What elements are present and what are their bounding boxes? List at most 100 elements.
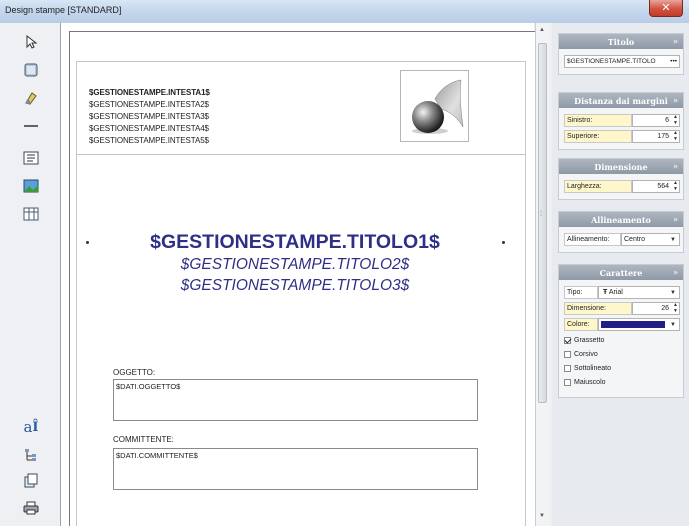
superiore-label: Superiore: <box>564 130 632 143</box>
picture-icon[interactable] <box>20 175 42 197</box>
sinistro-value: 6 <box>665 117 669 124</box>
header-line-5[interactable]: $GESTIONESTAMPE.INTESTA5$ <box>89 136 209 145</box>
larghezza-row: Larghezza: 564 ▲ ▼ <box>564 180 680 193</box>
chevron-down-icon[interactable]: ▼ <box>670 235 676 246</box>
section-margini-header[interactable]: Distanza dai margini » <box>559 93 683 108</box>
dimensione-font-input[interactable]: 26 ▲ ▼ <box>632 302 680 315</box>
title-2[interactable]: $GESTIONESTAMPE.TITOLO2$ <box>120 256 470 274</box>
dimensione-font-row: Dimensione: 26 ▲ ▼ <box>564 302 680 315</box>
spinner-icon[interactable]: ▲ ▼ <box>673 180 678 192</box>
committente-value: $DATI.COMMITTENTE$ <box>116 451 198 460</box>
design-canvas[interactable]: $GESTIONESTAMPE.INTESTA1$ $GESTIONESTAMP… <box>60 23 543 526</box>
window-title: Design stampe [STANDARD] <box>5 5 122 15</box>
toolbox: aÎ <box>0 23 60 526</box>
header-line-2[interactable]: $GESTIONESTAMPE.INTESTA2$ <box>89 100 209 109</box>
browse-icon[interactable]: ••• <box>669 56 677 67</box>
allineamento-value: Centro <box>624 236 646 243</box>
line-icon[interactable] <box>20 115 42 137</box>
spinner-icon[interactable]: ▲ ▼ <box>673 302 678 314</box>
collapse-icon[interactable]: » <box>673 36 678 46</box>
selection-handle-right[interactable] <box>502 241 505 244</box>
superiore-input[interactable]: 175 ▲ ▼ <box>632 130 680 143</box>
tree-icon[interactable] <box>20 444 42 466</box>
sinistro-row: Sinistro: 6 ▲ ▼ <box>564 114 680 127</box>
grassetto-checkbox[interactable]: Grassetto <box>564 337 604 344</box>
grassetto-label: Grassetto <box>574 337 605 344</box>
checkbox-checked-icon[interactable] <box>564 337 571 344</box>
pointer-icon[interactable] <box>20 31 42 53</box>
spinner-icon[interactable]: ▲ ▼ <box>673 130 678 142</box>
spinner-icon[interactable]: ▲ ▼ <box>673 114 678 126</box>
sinistro-input[interactable]: 6 ▲ ▼ <box>632 114 680 127</box>
checkbox-icon[interactable] <box>564 365 571 372</box>
print-icon[interactable] <box>20 497 42 519</box>
chevron-down-icon[interactable]: ▼ <box>670 320 676 331</box>
titolo-value: $GESTIONESTAMPE.TITOLO <box>567 58 656 65</box>
section-dimensione: Dimensione » Larghezza: 564 ▲ ▼ <box>558 158 684 200</box>
rectangle-icon[interactable] <box>20 59 42 81</box>
properties-panel: Titolo » $GESTIONESTAMPE.TITOLO ••• Dist… <box>552 23 689 526</box>
maiuscolo-label: Maiuscolo <box>574 379 606 386</box>
checkbox-icon[interactable] <box>564 351 571 358</box>
committente-field[interactable]: $DATI.COMMITTENTE$ <box>113 448 478 490</box>
scroll-up-icon[interactable]: ▲ <box>539 27 545 33</box>
corsivo-checkbox[interactable]: Corsivo <box>564 351 598 358</box>
allineamento-label: Allineamento: <box>564 233 621 246</box>
checkbox-icon[interactable] <box>564 379 571 386</box>
collapse-icon[interactable]: » <box>673 95 678 105</box>
section-titolo: Titolo » $GESTIONESTAMPE.TITOLO ••• <box>558 33 684 75</box>
corsivo-label: Corsivo <box>574 351 598 358</box>
sinistro-label: Sinistro: <box>564 114 632 127</box>
text-field-icon[interactable] <box>20 147 42 169</box>
logo-image[interactable] <box>400 70 469 142</box>
header-line-1[interactable]: $GESTIONESTAMPE.INTESTA1$ <box>89 88 210 97</box>
colore-label: Colore: <box>564 318 598 331</box>
design-stampe-window: Design stampe [STANDARD] ✕ aÎ $GESTIONES… <box>0 0 689 526</box>
section-carattere: Carattere » Tipo: Ŧ Arial ▼ Dimensione: … <box>558 264 684 398</box>
allineamento-row: Allineamento: Centro ▼ <box>564 233 680 246</box>
dimensione-font-value: 26 <box>661 305 669 312</box>
colore-row: Colore: ▼ <box>564 318 680 331</box>
collapse-icon[interactable]: » <box>673 267 678 277</box>
maiuscolo-checkbox[interactable]: Maiuscolo <box>564 379 606 386</box>
close-icon: ✕ <box>661 1 671 14</box>
committente-label[interactable]: COMMITTENTE: <box>113 435 174 444</box>
section-dimensione-header[interactable]: Dimensione » <box>559 159 683 174</box>
section-titolo-title: Titolo <box>607 37 635 47</box>
section-titolo-header[interactable]: Titolo » <box>559 34 683 49</box>
section-carattere-header[interactable]: Carattere » <box>559 265 683 280</box>
titolo-field[interactable]: $GESTIONESTAMPE.TITOLO ••• <box>564 55 680 68</box>
section-allineamento-header[interactable]: Allineamento » <box>559 212 683 227</box>
oggetto-field[interactable]: $DATI.OGGETTO$ <box>113 379 478 421</box>
splitter-grip-icon[interactable]: ⋮ <box>538 210 544 222</box>
font-icon[interactable]: aÎ <box>20 416 42 438</box>
vertical-scrollbar[interactable]: ▲ ▼ <box>535 23 549 526</box>
selection-handle-left[interactable] <box>86 241 89 244</box>
section-margini-title: Distanza dai margini <box>574 96 668 106</box>
scroll-down-icon[interactable]: ▼ <box>539 513 545 519</box>
dimensione-font-label: Dimensione: <box>564 302 632 315</box>
header-line-4[interactable]: $GESTIONESTAMPE.INTESTA4$ <box>89 124 209 133</box>
tipo-label: Tipo: <box>564 286 598 299</box>
superiore-row: Superiore: 175 ▲ ▼ <box>564 130 680 143</box>
table-icon[interactable] <box>20 203 42 225</box>
color-swatch <box>601 321 665 328</box>
scrollbar-thumb[interactable] <box>538 43 547 403</box>
tipo-select[interactable]: Ŧ Arial ▼ <box>598 286 680 299</box>
larghezza-input[interactable]: 564 ▲ ▼ <box>632 180 680 193</box>
close-button[interactable]: ✕ <box>649 0 683 17</box>
copy-icon[interactable] <box>20 470 42 492</box>
header-line-3[interactable]: $GESTIONESTAMPE.INTESTA3$ <box>89 112 209 121</box>
title-3[interactable]: $GESTIONESTAMPE.TITOLO3$ <box>120 277 470 295</box>
colore-picker[interactable]: ▼ <box>598 318 680 331</box>
sottolineato-checkbox[interactable]: Sottolineato <box>564 365 611 372</box>
title-1[interactable]: $GESTIONESTAMPE.TITOLO1$ <box>120 231 470 254</box>
image-icon[interactable] <box>20 87 42 109</box>
collapse-icon[interactable]: » <box>673 161 678 171</box>
collapse-icon[interactable]: » <box>673 214 678 224</box>
larghezza-label: Larghezza: <box>564 180 632 193</box>
chevron-down-icon[interactable]: ▼ <box>670 288 676 299</box>
tipo-row: Tipo: Ŧ Arial ▼ <box>564 286 680 299</box>
oggetto-label[interactable]: OGGETTO: <box>113 368 155 377</box>
allineamento-select[interactable]: Centro ▼ <box>621 233 680 246</box>
